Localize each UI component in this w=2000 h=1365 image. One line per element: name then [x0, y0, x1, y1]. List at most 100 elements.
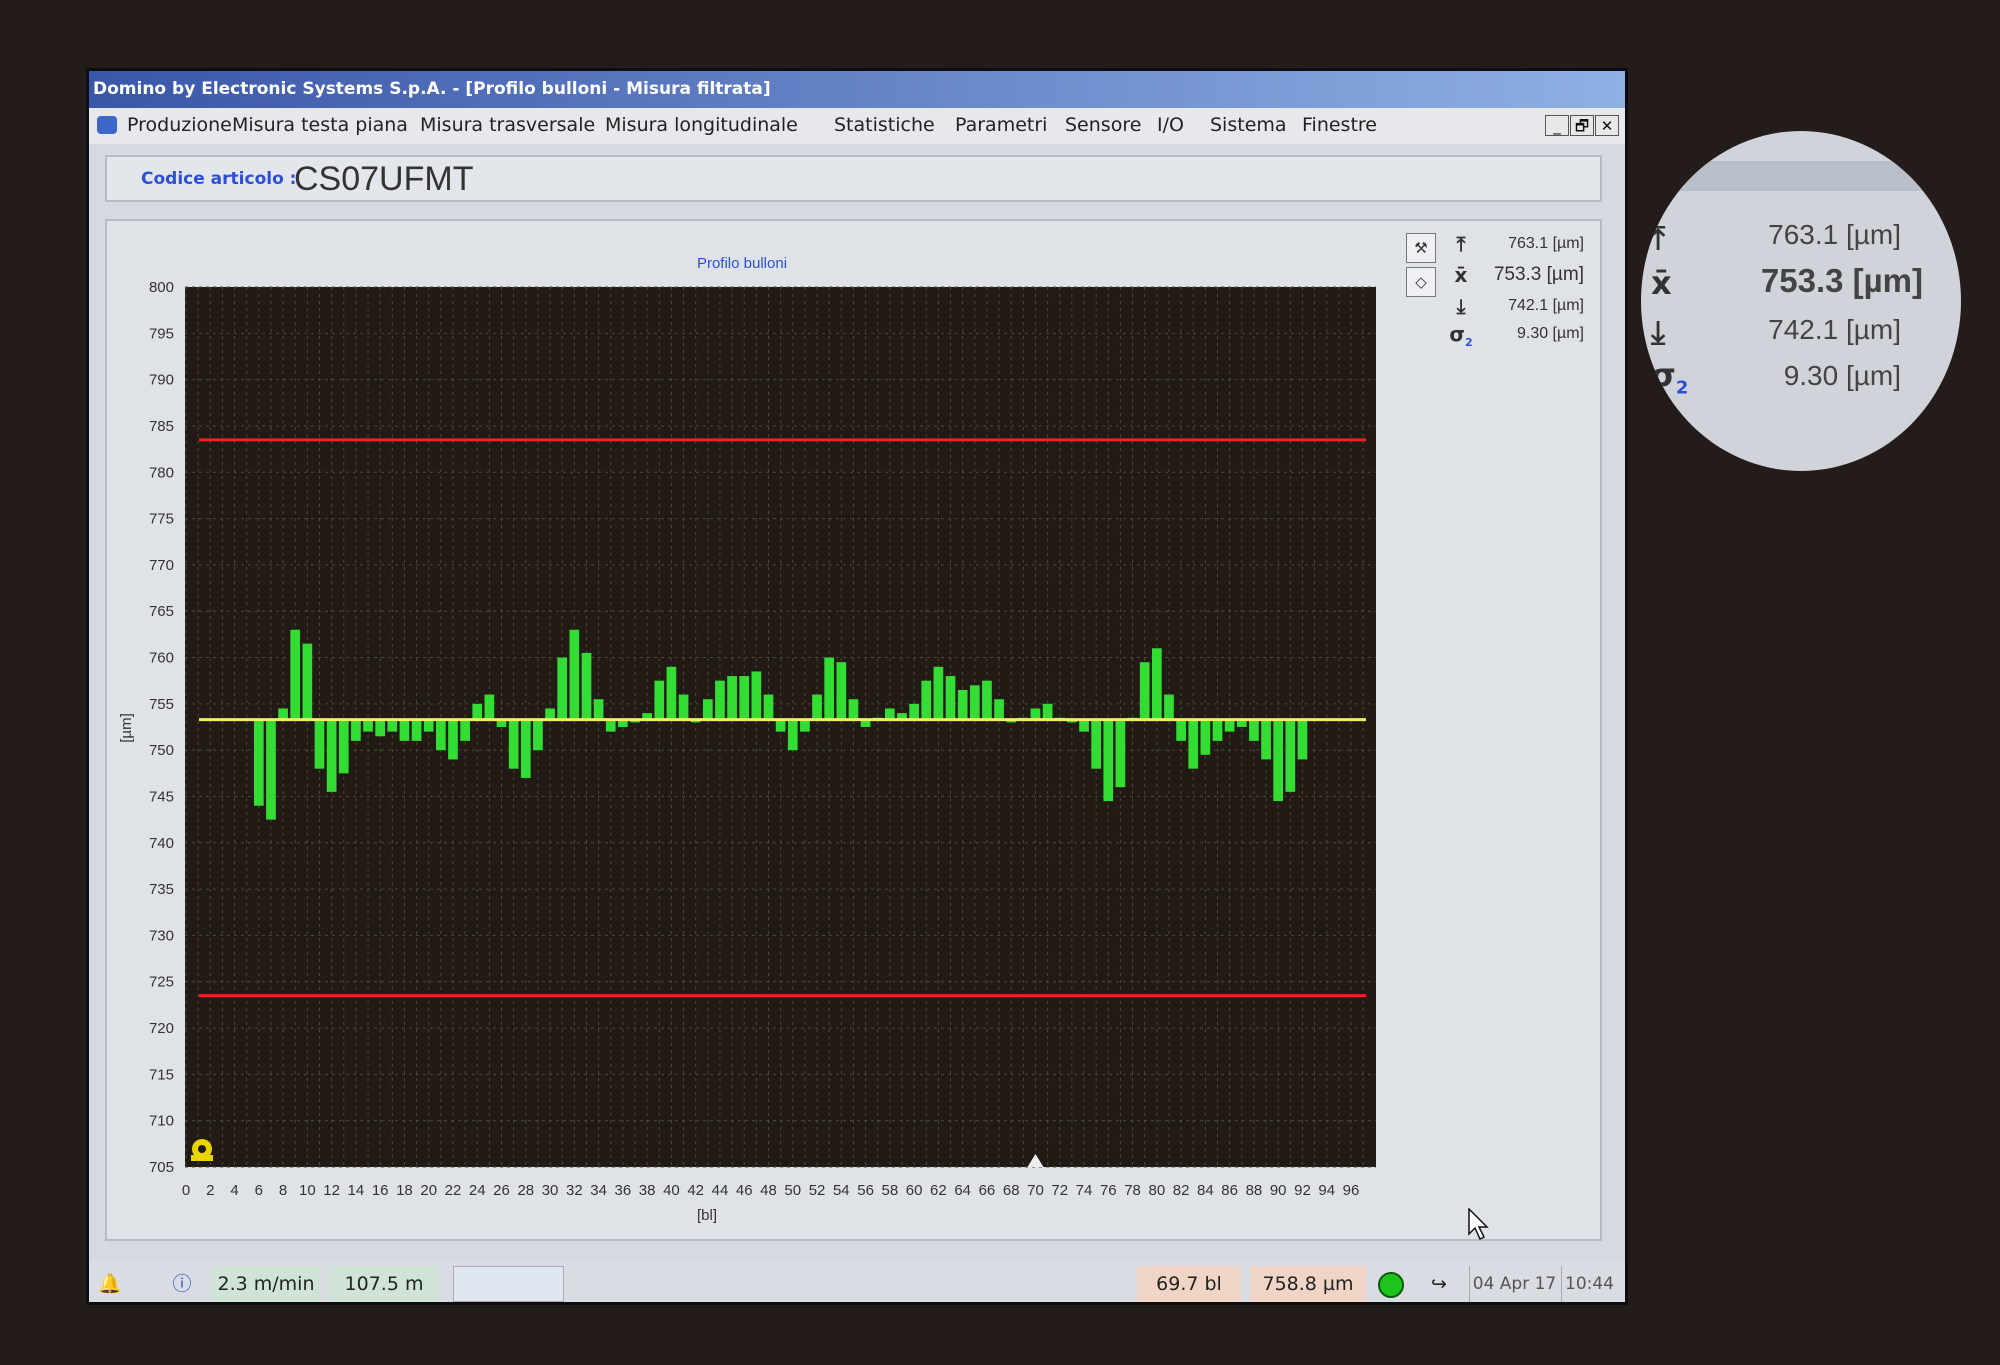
- data-bar: [1188, 719, 1199, 769]
- menu-finestre[interactable]: Finestre: [1302, 114, 1377, 136]
- zoom-max-value: 763.1 [µm]: [1768, 219, 1901, 250]
- y-tick-label: 765: [149, 603, 174, 620]
- max-arrow-icon: ⤒: [1456, 232, 1466, 256]
- settings-tool-icon[interactable]: ⚒: [1406, 233, 1436, 263]
- menu-produzione[interactable]: Produzione: [127, 114, 232, 136]
- article-code-value: CS07UFMT: [294, 160, 474, 198]
- zoom-min-value: 742.1 [µm]: [1768, 314, 1901, 345]
- data-bar: [1079, 719, 1089, 732]
- stat-sigma-value: 9.30 [µm]: [1516, 325, 1584, 342]
- menu-misura-longitudinale[interactable]: Misura longitudinale: [605, 114, 798, 136]
- y-tick-label: 770: [149, 557, 174, 574]
- info-icon[interactable]: ⓘ: [167, 1266, 197, 1302]
- y-tick-label: 785: [149, 418, 174, 435]
- zoom-x-bar-icon: x̄: [1651, 264, 1672, 302]
- x-tick-label: 78: [1124, 1182, 1141, 1199]
- x-tick-label: 52: [809, 1182, 826, 1199]
- data-bar: [375, 719, 386, 737]
- menu-statistiche[interactable]: Statistiche: [834, 114, 935, 136]
- x-tick-label: 66: [979, 1182, 996, 1199]
- data-bar: [1297, 719, 1308, 760]
- data-bar: [520, 719, 531, 778]
- minimize-button[interactable]: _: [1545, 115, 1569, 136]
- data-bar: [812, 694, 822, 720]
- x-tick-label: 44: [712, 1182, 729, 1199]
- zoom-header-strip: [1641, 161, 1961, 191]
- data-bar: [533, 719, 543, 751]
- data-bar: [266, 719, 276, 820]
- menu-sensore[interactable]: Sensore: [1065, 114, 1141, 136]
- data-bar: [569, 629, 580, 720]
- x-tick-label: 86: [1221, 1182, 1238, 1199]
- data-bar: [715, 680, 725, 720]
- y-tick-label: 745: [149, 788, 174, 805]
- x-tick-label: 10: [299, 1182, 316, 1199]
- menu-sistema[interactable]: Sistema: [1210, 114, 1287, 136]
- data-bar: [253, 719, 264, 806]
- x-tick-label: 84: [1197, 1182, 1214, 1199]
- forward-arrow-icon[interactable]: ↪: [1424, 1266, 1454, 1302]
- eraser-tool-icon[interactable]: ◇: [1406, 267, 1436, 297]
- x-tick-label: 56: [857, 1182, 874, 1199]
- y-tick-label: 760: [149, 650, 174, 667]
- bell-icon[interactable]: 🔔: [95, 1266, 125, 1302]
- data-bar: [278, 708, 288, 720]
- x-tick-label: 16: [372, 1182, 389, 1199]
- data-bar: [1103, 719, 1114, 802]
- data-bar: [1115, 719, 1126, 788]
- x-tick-label: 38: [639, 1182, 656, 1199]
- x-tick-label: 54: [833, 1182, 850, 1199]
- x-tick-label: 18: [396, 1182, 413, 1199]
- data-bar: [1151, 648, 1162, 720]
- min-arrow-icon: ⤓: [1456, 294, 1466, 318]
- y-tick-label: 790: [149, 372, 174, 389]
- y-tick-label: 735: [149, 881, 174, 898]
- menu-io[interactable]: I/O: [1157, 114, 1184, 136]
- data-bar: [957, 689, 968, 720]
- zoom-sigma-icon: σ2: [1651, 356, 1689, 399]
- x-tick-label: 8: [279, 1182, 287, 1199]
- app-icon[interactable]: [97, 116, 117, 134]
- data-bar: [1285, 719, 1296, 792]
- monitor-screen: Domino by Electronic Systems S.p.A. - [P…: [86, 68, 1628, 1305]
- x-tick-label: 58: [882, 1182, 899, 1199]
- y-tick-label: 725: [149, 974, 174, 991]
- data-bar: [727, 676, 737, 720]
- data-bar: [1261, 719, 1271, 760]
- data-bar: [472, 703, 483, 720]
- data-bar: [448, 719, 458, 760]
- y-tick-label: 750: [149, 742, 174, 759]
- sigma-icon: σ2: [1449, 322, 1473, 349]
- x-tick-label: 92: [1294, 1182, 1311, 1199]
- x-tick-label: 36: [615, 1182, 632, 1199]
- x-tick-label: 94: [1318, 1182, 1335, 1199]
- x-tick-label: 60: [906, 1182, 923, 1199]
- close-button[interactable]: ✕: [1595, 115, 1619, 136]
- menu-parametri[interactable]: Parametri: [955, 114, 1047, 136]
- y-tick-label: 795: [149, 325, 174, 342]
- data-bar: [824, 657, 835, 720]
- data-bar: [702, 699, 713, 720]
- x-tick-label: 20: [420, 1182, 437, 1199]
- x-tick-label: 6: [255, 1182, 263, 1199]
- x-tick-label: 26: [493, 1182, 510, 1199]
- data-bar: [435, 719, 446, 751]
- data-bar: [1091, 719, 1102, 769]
- menu-misura-testa-piana[interactable]: Misura testa piana: [232, 114, 408, 136]
- stat-max-value: 763.1 [µm]: [1508, 235, 1584, 252]
- data-bar: [387, 719, 398, 732]
- data-bar: [508, 719, 519, 769]
- x-tick-label: 48: [760, 1182, 777, 1199]
- x-bar-icon: x̄: [1454, 263, 1468, 287]
- x-tick-label: 82: [1173, 1182, 1190, 1199]
- y-tick-label: 800: [149, 279, 174, 296]
- stat-min-value: 742.1 [µm]: [1508, 297, 1584, 314]
- menu-misura-trasversale[interactable]: Misura trasversale: [420, 114, 595, 136]
- data-bar: [763, 694, 774, 720]
- menu-bar: Produzione Misura testa piana Misura tra…: [89, 108, 1625, 144]
- restore-button[interactable]: 🗗: [1570, 115, 1594, 136]
- x-tick-labels: 0 2 4 6 8 10 12 14 16 18 20 22 24 26 28 30 32 34 36 38 40 42 4…: [182, 1182, 1360, 1199]
- data-bar: [848, 699, 859, 720]
- data-bar: [982, 680, 992, 720]
- data-bar: [1200, 719, 1211, 755]
